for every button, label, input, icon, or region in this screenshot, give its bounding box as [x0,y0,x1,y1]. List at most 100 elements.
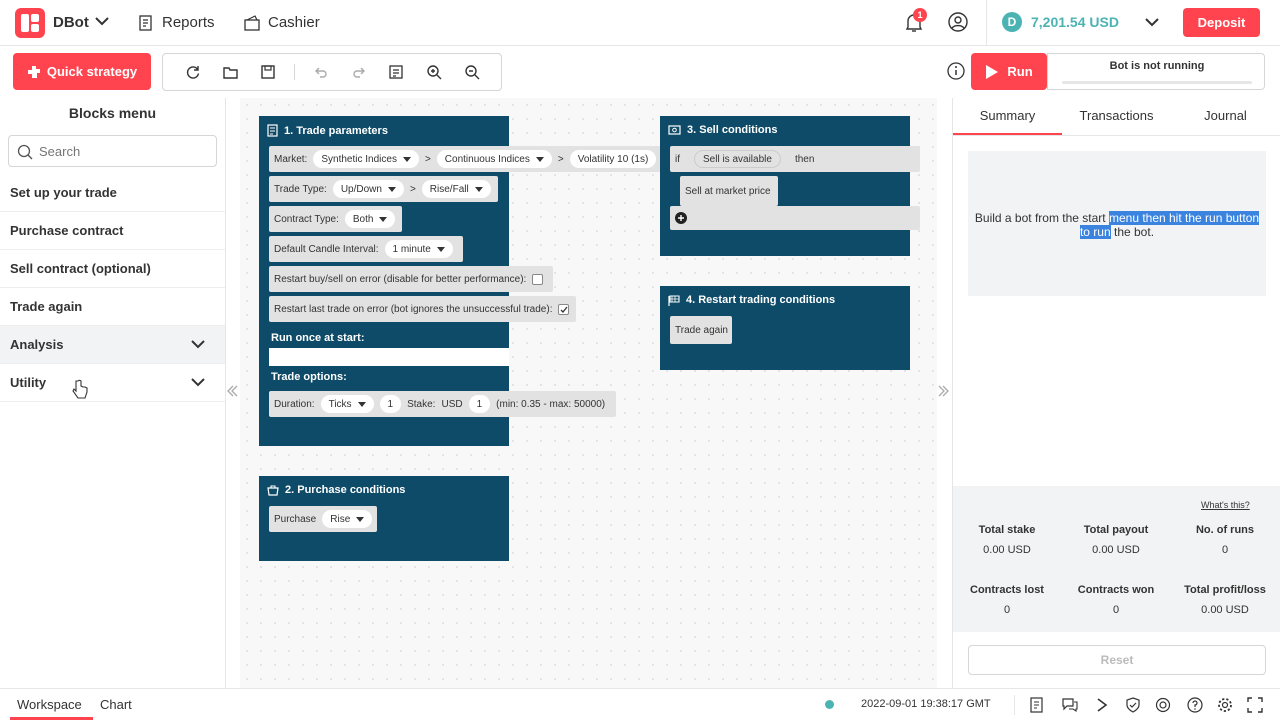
restart-trading-block[interactable]: 4. Restart trading conditions Trade agai… [660,286,910,370]
account-icon[interactable] [948,12,968,32]
trade-category-select[interactable]: Up/Down [332,180,404,198]
sell-conditions-block[interactable]: 3. Sell conditions if Sell is available … [660,116,920,256]
tab-workspace[interactable]: Workspace [17,697,82,712]
zoom-out-icon[interactable] [464,64,480,80]
run-once-slot[interactable] [269,348,509,366]
duration-label: Duration: [274,398,315,410]
reports-icon [139,14,152,31]
chat-icon[interactable] [1062,697,1078,713]
candle-interval-select[interactable]: 1 minute [384,240,453,258]
info-icon[interactable] [947,62,965,80]
run-label: Run [1007,64,1033,79]
bot-status-text: Bot is not running [1109,60,1205,72]
market-select-value: Synthetic Indices [321,153,397,165]
undo-icon[interactable] [313,64,329,80]
settings-gear-icon[interactable] [1217,697,1233,713]
bot-progress-bar [1062,81,1252,84]
trade-type-select[interactable]: Rise/Fall [421,180,491,198]
sell-conditions-header: 3. Sell conditions [668,124,777,136]
deposit-button[interactable]: Deposit [1183,8,1260,37]
tab-journal[interactable]: Journal [1171,108,1280,123]
trade-options-label: Trade options: [271,371,347,383]
restart-buy-sell-checkbox[interactable] [532,273,544,285]
reports-icon[interactable] [1029,697,1045,713]
nav-reports-label: Reports [162,14,215,31]
sell-at-market-block[interactable]: Sell at market price [680,176,778,206]
duration-unit-value: Ticks [328,398,352,410]
stake-input[interactable]: 1 [468,395,491,413]
restart-trading-header: 4. Restart trading conditions [668,294,835,306]
redo-icon[interactable] [351,64,367,80]
sidebar-item-set-up-trade[interactable]: Set up your trade [0,174,225,212]
caret-down-icon [356,516,365,522]
submarket-select[interactable]: Continuous Indices [436,150,552,168]
run-once-label: Run once at start: [271,332,365,344]
sort-blocks-icon[interactable] [388,64,404,80]
trade-options-row: Duration: Ticks 1 Stake: USD 1 (min: 0.3… [269,391,616,417]
nav-reports[interactable]: Reports [138,14,215,31]
search-input[interactable] [39,142,209,160]
dbot-logo-icon[interactable] [15,8,45,38]
chevron-down-icon[interactable] [1145,17,1159,27]
collapse-left-icon[interactable] [226,384,238,398]
if-label: if [675,153,680,165]
whats-this-link[interactable]: What's this? [1201,500,1250,510]
symbol-select[interactable]: Volatility 10 (1s) [569,150,657,168]
brand-name[interactable]: DBot [53,14,89,31]
sell-available-condition[interactable]: Sell is available [694,150,781,168]
sidebar-item-trade-again[interactable]: Trade again [0,288,225,326]
candle-interval-value: 1 minute [392,243,431,255]
nav-cashier[interactable]: Cashier [244,14,320,31]
market-select[interactable]: Synthetic Indices [313,150,419,168]
plus-circle-icon[interactable] [675,212,687,224]
shield-icon[interactable] [1125,697,1141,713]
duration-unit-select[interactable]: Ticks [320,395,374,413]
folder-open-icon[interactable] [223,64,239,80]
sidebar-item-purchase-contract[interactable]: Purchase contract [0,212,225,250]
blocks-menu: Blocks menu Set up your trade Purchase c… [0,98,226,688]
zoom-in-icon[interactable] [426,64,442,80]
responsible-trading-icon[interactable] [1155,697,1171,713]
chevron-down-icon[interactable] [95,16,109,26]
trade-again-block[interactable]: Trade again [670,316,732,344]
hand-pointer-icon [72,379,88,399]
stat-label: Contracts lost [970,584,1044,596]
stat-label: Total payout [1083,524,1149,536]
trade-parameters-block[interactable]: 1. Trade parameters Market: Synthetic In… [259,116,661,446]
deriv-logo-icon[interactable] [1095,697,1111,713]
search-field[interactable] [8,135,217,167]
sidebar-item-sell-contract[interactable]: Sell contract (optional) [0,250,225,288]
workspace-canvas[interactable]: 1. Trade parameters Market: Synthetic In… [240,98,937,688]
notifications-button[interactable]: 1 [905,8,927,33]
if-row: if Sell is available then [670,146,920,172]
quick-strategy-button[interactable]: Quick strategy [13,53,151,90]
sidebar-item-analysis[interactable]: Analysis [0,326,225,364]
contract-type-select[interactable]: Both [344,210,396,228]
stat-value: 0 [1221,544,1229,556]
tab-transactions[interactable]: Transactions [1062,108,1171,123]
run-button[interactable]: Run [971,53,1047,90]
trade-type-row: Trade Type: Up/Down > Rise/Fall [269,176,498,202]
purchase-conditions-header: 2. Purchase conditions [267,484,405,496]
help-icon[interactable] [1187,697,1203,713]
restart-last-trade-checkbox[interactable] [558,303,570,315]
tab-summary[interactable]: Summary [953,108,1062,123]
duration-input[interactable]: 1 [379,395,402,413]
document-icon [267,124,278,137]
tab-chart[interactable]: Chart [100,697,132,712]
restart-last-trade-label: Restart last trade on error (bot ignores… [274,303,553,315]
purchase-select[interactable]: Rise [322,510,373,528]
stake-currency: USD [441,398,463,410]
save-icon[interactable] [260,64,276,80]
caret-down-icon [402,156,411,162]
stat-label: Contracts won [1077,584,1155,596]
collapse-right-icon[interactable] [938,384,950,398]
sidebar-item-utility[interactable]: Utility [0,364,225,402]
fullscreen-icon[interactable] [1247,697,1263,713]
purchase-conditions-block[interactable]: 2. Purchase conditions Purchase Rise [259,476,509,561]
reset-icon[interactable] [185,64,201,80]
account-balance[interactable]: 7,201.54 USD [1031,14,1119,30]
candle-interval-label: Default Candle Interval: [274,243,379,255]
divider [986,0,987,46]
reset-button[interactable]: Reset [968,645,1266,675]
